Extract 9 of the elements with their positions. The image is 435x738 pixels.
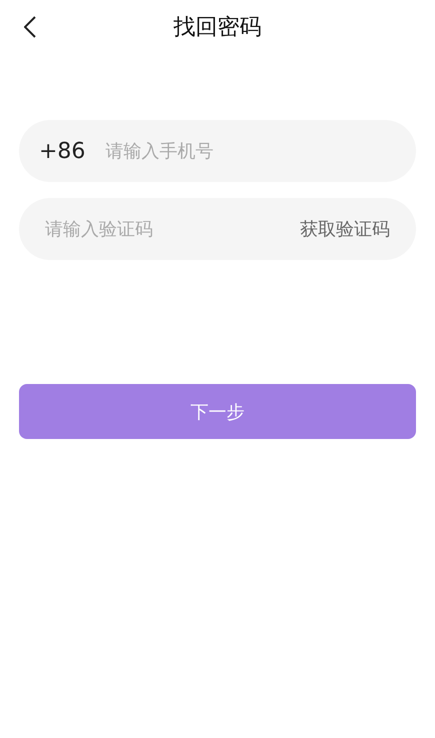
phone-input[interactable]: 请输入手机号: [105, 136, 396, 166]
code-input[interactable]: 请输入验证码: [45, 214, 300, 244]
back-icon: [24, 16, 36, 38]
code-field[interactable]: 请输入验证码 获取验证码: [19, 198, 416, 260]
page-title: 找回密码: [174, 14, 262, 42]
get-code-button[interactable]: 获取验证码: [300, 213, 390, 245]
country-code: +86: [39, 138, 86, 164]
next-button[interactable]: 下一步: [19, 384, 416, 439]
phone-field[interactable]: +86 请输入手机号: [19, 120, 416, 182]
